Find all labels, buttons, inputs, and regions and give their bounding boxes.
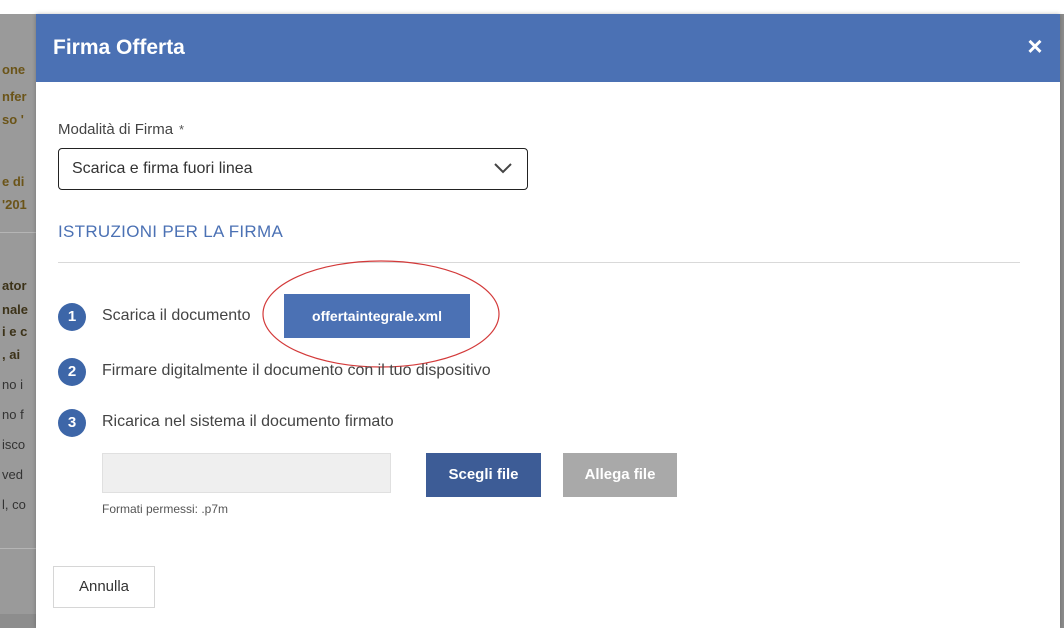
background-fragment: nale bbox=[2, 302, 29, 317]
modal-header: Firma Offerta × bbox=[36, 14, 1060, 82]
background-fragment: no i bbox=[2, 377, 23, 392]
background-fragment: nfer bbox=[2, 89, 27, 104]
background-fragment: '201 bbox=[2, 197, 27, 212]
step-1-badge: 1 bbox=[58, 303, 86, 331]
background-fragment: e di bbox=[2, 174, 25, 189]
background-page-text: one nfer so ' e di '201 ator nale i e c … bbox=[0, 14, 38, 614]
step-3-badge: 3 bbox=[58, 409, 86, 437]
background-fragment: one bbox=[2, 62, 26, 77]
close-icon[interactable]: × bbox=[1022, 32, 1048, 60]
file-name-field[interactable] bbox=[102, 453, 391, 493]
step-2-text: Firmare digitalmente il documento con il… bbox=[102, 362, 491, 379]
background-fragment: l, co bbox=[2, 497, 26, 512]
signature-mode-select[interactable]: Scarica e firma fuori linea bbox=[58, 148, 528, 190]
background-fragment: isco bbox=[2, 437, 26, 452]
background-fragment: so ' bbox=[2, 112, 24, 127]
background-fragment: no f bbox=[2, 407, 24, 422]
step-3-text: Ricarica nel sistema il documento firmat… bbox=[102, 413, 394, 430]
background-fragment: ator bbox=[2, 278, 27, 293]
chevron-down-icon bbox=[494, 163, 512, 174]
step-1-text: Scarica il documento bbox=[102, 307, 251, 324]
choose-file-button[interactable]: Scegli file bbox=[426, 453, 541, 497]
instructions-heading: ISTRUZIONI PER LA FIRMA bbox=[58, 222, 284, 241]
background-divider bbox=[0, 232, 38, 233]
background-divider bbox=[0, 548, 38, 549]
signature-mode-selected-value: Scarica e firma fuori linea bbox=[72, 160, 253, 177]
signature-mode-label: Modalità di Firma * bbox=[58, 121, 184, 138]
attach-file-button[interactable]: Allega file bbox=[563, 453, 677, 497]
background-fragment: ved bbox=[2, 467, 23, 482]
modal-title: Firma Offerta bbox=[53, 36, 185, 59]
allowed-formats-hint: Formati permessi: .p7m bbox=[102, 502, 229, 516]
step-2-badge: 2 bbox=[58, 358, 86, 386]
signature-mode-label-text: Modalità di Firma bbox=[58, 121, 174, 138]
section-divider bbox=[58, 262, 1020, 263]
required-mark: * bbox=[179, 122, 185, 137]
cancel-button[interactable]: Annulla bbox=[53, 566, 155, 608]
sign-offer-modal: Firma Offerta × Modalità di Firma * Scari… bbox=[36, 14, 1060, 628]
download-document-button[interactable]: offertaintegrale.xml bbox=[284, 294, 470, 338]
background-fragment: i e c bbox=[2, 324, 28, 339]
background-fragment: , ai bbox=[2, 347, 21, 362]
